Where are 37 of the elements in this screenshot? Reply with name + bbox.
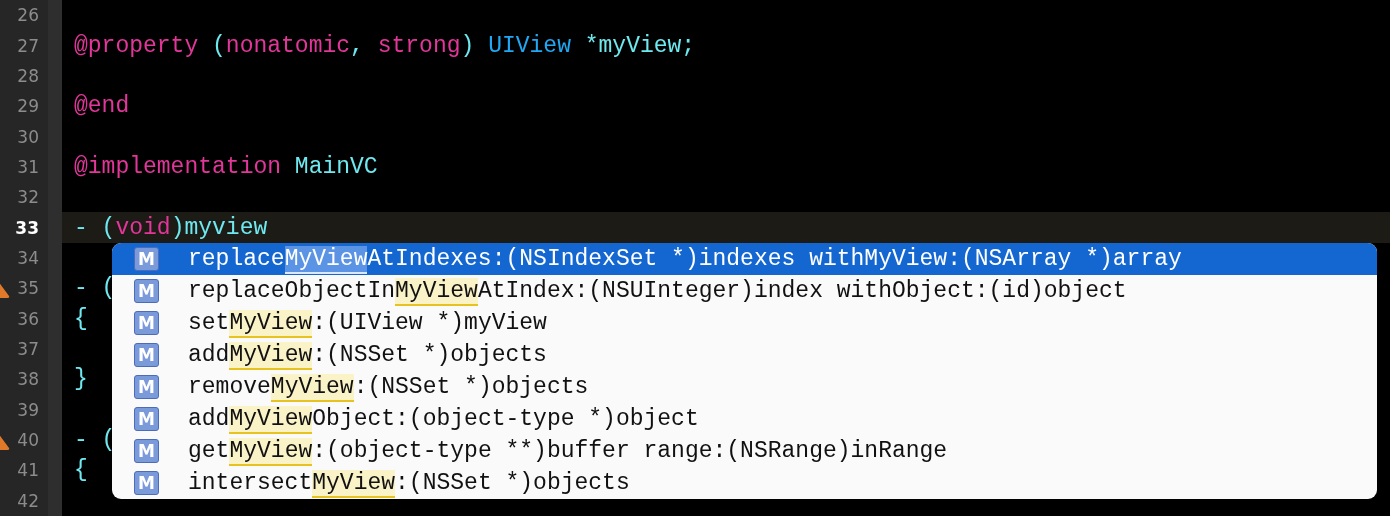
code-line: { (74, 457, 88, 484)
code-line: { (74, 305, 88, 332)
line-number: 28 (17, 65, 40, 86)
line-number: 35 (17, 278, 40, 299)
line-number: 37 (17, 338, 40, 359)
method-icon: M (134, 247, 159, 271)
line-number: 29 (17, 96, 40, 117)
line-number: 27 (17, 35, 40, 56)
method-icon: M (134, 407, 159, 431)
completion-item[interactable]: M setMyView:(UIView *)myView (112, 307, 1377, 339)
code-line: @implementation MainVC (74, 153, 378, 180)
line-number: 40 (17, 430, 40, 450)
code-line: @end (74, 93, 130, 120)
line-number: 42 (17, 490, 40, 511)
line-number: 26 (17, 5, 40, 26)
method-icon: M (134, 375, 159, 399)
line-number: 32 (17, 187, 40, 208)
completion-item[interactable]: M removeMyView:(NSSet *)objects (112, 371, 1377, 403)
line-number: 36 (17, 308, 40, 329)
completion-item[interactable]: M intersectMyView:(NSSet *)objects (112, 467, 1377, 499)
method-icon: M (134, 471, 159, 495)
completion-item[interactable]: M addMyView:(NSSet *)objects (112, 339, 1377, 371)
method-icon: M (134, 343, 159, 367)
line-number: 33 (15, 217, 40, 238)
code-line: } (74, 366, 88, 393)
code-line: @property (nonatomic, strong) UIView *myView; (74, 32, 696, 59)
method-icon: M (134, 311, 159, 335)
line-number: 30 (17, 126, 40, 147)
line-number: 41 (17, 460, 40, 481)
line-number: 38 (17, 369, 40, 390)
line-number: 39 (17, 399, 40, 420)
method-icon: M (134, 439, 159, 463)
code-line: - (void)myview (74, 214, 268, 241)
line-number: 34 (17, 247, 40, 268)
completion-item[interactable]: M replaceMyViewAtIndexes:(NSIndexSet *)indexes withMyView:(NSArray *)array (112, 243, 1377, 275)
line-number: 31 (17, 156, 40, 177)
method-icon: M (134, 279, 159, 303)
